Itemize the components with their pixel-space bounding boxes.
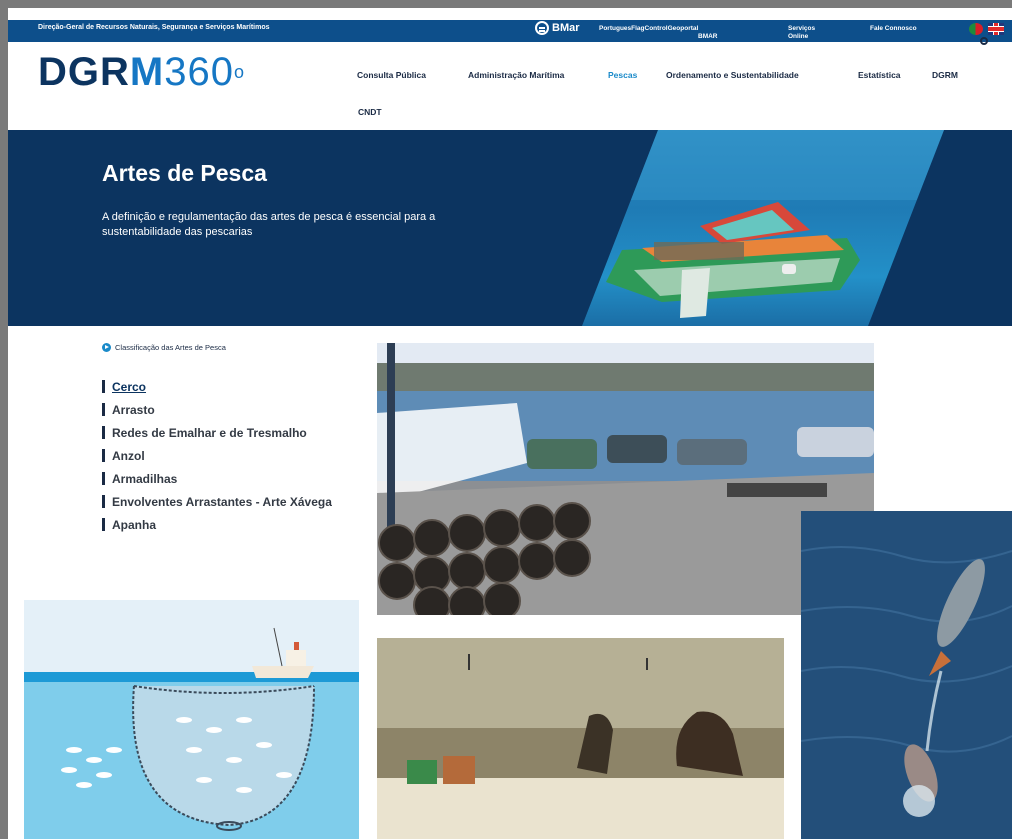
menu-item-armadilhas[interactable]: Armadilhas	[102, 467, 332, 490]
arrow-right-circle-icon	[102, 343, 111, 352]
menu-bullet-bar	[102, 495, 105, 508]
logo-degree: o	[233, 62, 245, 82]
menu-item-anzol[interactable]: Anzol	[102, 444, 332, 467]
bmar-sub-link[interactable]: BMAR	[698, 33, 718, 41]
hero-title: Artes de Pesca	[102, 160, 267, 186]
menu-bullet-bar	[102, 449, 105, 462]
bmar-logo-icon	[535, 21, 549, 35]
menu-bullet-bar	[102, 403, 105, 416]
logo-dgr: DGR	[38, 50, 130, 94]
contact-link[interactable]: Fale Connosco	[870, 25, 917, 33]
menu-item-label: Redes de Emalhar e de Tresmalho	[112, 425, 307, 440]
hero-banner: Artes de Pesca A definição e regulamenta…	[8, 130, 1012, 326]
hero-subtitle: A definição e regulamentação das artes d…	[102, 211, 436, 238]
menu-bullet-bar	[102, 518, 105, 531]
menu-item-label: Envolventes Arrastantes - Arte Xávega	[112, 494, 332, 509]
classification-heading[interactable]: Classificação das Artes de Pesca	[102, 343, 226, 352]
site-logo[interactable]: DGRM360o	[38, 52, 245, 92]
nav-estatistica[interactable]: Estatística	[858, 70, 901, 80]
menu-item-label: Armadilhas	[112, 471, 178, 486]
classification-menu: Cerco Arrasto Redes de Emalhar e de Tres…	[102, 375, 332, 536]
jumping-fish-photo[interactable]	[801, 511, 1012, 839]
logo-m: M	[129, 50, 165, 94]
bmar-label: BMar	[552, 22, 580, 34]
logo-360: 360	[164, 50, 234, 94]
menu-bullet-bar	[102, 472, 105, 485]
page-frame: Direção-Geral de Recursos Naturais, Segu…	[8, 8, 1012, 839]
hero-boat-photo	[582, 130, 944, 326]
nav-dgrm[interactable]: DGRM	[932, 70, 958, 80]
menu-bullet-bar	[102, 426, 105, 439]
menu-item-cerco[interactable]: Cerco	[102, 375, 332, 398]
nav-cndt[interactable]: CNDT	[358, 107, 382, 117]
menu-item-apanha[interactable]: Apanha	[102, 513, 332, 536]
menu-item-arrasto[interactable]: Arrasto	[102, 398, 332, 421]
utility-bar: Direção-Geral de Recursos Naturais, Segu…	[8, 8, 1012, 45]
nav-pescas[interactable]: Pescas	[608, 70, 637, 80]
uk-flag-icon[interactable]	[988, 23, 1004, 35]
bmar-link[interactable]: BMar	[535, 21, 580, 35]
menu-item-label: Cerco	[112, 379, 147, 394]
menu-item-envolventes[interactable]: Envolventes Arrastantes - Arte Xávega	[102, 490, 332, 513]
menu-item-redes-emalhar[interactable]: Redes de Emalhar e de Tresmalho	[102, 421, 332, 444]
menu-item-label: Arrasto	[112, 402, 155, 417]
purse-seine-illustration[interactable]	[24, 600, 359, 839]
harbour-pots-photo[interactable]	[377, 343, 874, 615]
menu-item-label: Apanha	[112, 517, 157, 532]
online-services-link[interactable]: Serviços Online	[788, 25, 824, 41]
search-icon[interactable]	[980, 37, 988, 45]
menu-bullet-bar	[102, 380, 105, 393]
shellfish-gathering-photo[interactable]	[377, 638, 784, 839]
nav-ordenamento[interactable]: Ordenamento e Sustentabilidade	[666, 70, 799, 80]
pt-flag-icon[interactable]	[969, 23, 983, 35]
flag-control-link[interactable]: PortuguesFlagControlGeoportal	[599, 25, 698, 33]
nav-consulta-publica[interactable]: Consulta Pública	[357, 70, 426, 80]
classification-heading-label: Classificação das Artes de Pesca	[115, 343, 226, 352]
menu-item-label: Anzol	[112, 448, 145, 463]
nav-administracao-maritima[interactable]: Administração Marítima	[468, 70, 564, 80]
organization-name[interactable]: Direção-Geral de Recursos Naturais, Segu…	[38, 24, 270, 31]
